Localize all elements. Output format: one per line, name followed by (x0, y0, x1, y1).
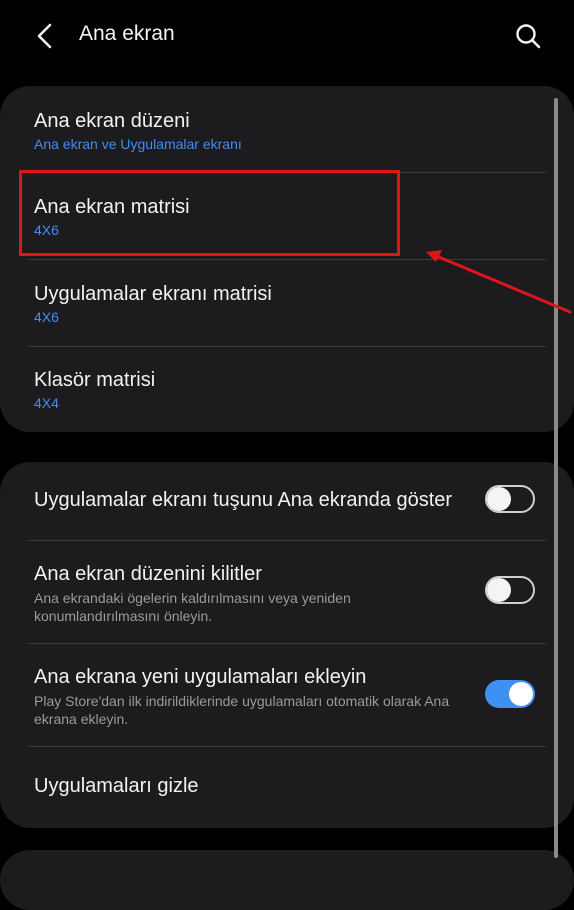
folder-grid-value: 4X4 (34, 395, 59, 411)
add-new-apps-label: Ana ekrana yeni uygulamaları ekleyin (34, 666, 367, 688)
hide-apps-label: Uygulamaları gizle (34, 775, 199, 797)
add-new-apps-item[interactable]: Ana ekrana yeni uygulamaları ekleyin Pla… (0, 644, 574, 746)
home-options-card: Uygulamalar ekranı tuşunu Ana ekranda gö… (0, 462, 574, 828)
back-arrow-icon (37, 23, 52, 49)
lock-layout-description: Ana ekrandaki ögelerin kaldırılmasını ve… (34, 590, 351, 624)
toggle-knob (487, 487, 511, 511)
folder-grid-label: Klasör matrisi (34, 369, 156, 391)
home-screen-layout-value: Ana ekran ve Uygulamalar ekranı (34, 136, 242, 152)
add-new-apps-toggle[interactable] (485, 680, 535, 708)
back-button[interactable] (28, 18, 60, 54)
home-screen-layout-label: Ana ekran düzeni (34, 110, 190, 132)
page-title: Ana ekran (79, 22, 175, 45)
add-new-apps-description: Play Store'dan ilk indirildiklerinde uyg… (34, 693, 450, 727)
next-settings-card (0, 850, 574, 910)
lock-layout-label: Ana ekran düzenini kilitler (34, 563, 262, 585)
lock-layout-toggle[interactable] (485, 576, 535, 604)
toggle-knob (509, 682, 533, 706)
search-button[interactable] (510, 18, 546, 54)
search-icon (516, 24, 541, 49)
apps-screen-grid-value: 4X6 (34, 309, 59, 325)
annotation-arrow-icon (426, 250, 572, 314)
apps-screen-grid-label: Uygulamalar ekranı matrisi (34, 283, 272, 305)
toggle-knob (487, 578, 511, 602)
hide-apps-item[interactable]: Uygulamaları gizle (0, 747, 574, 828)
scrollbar[interactable] (554, 98, 558, 858)
show-apps-button-label: Uygulamalar ekranı tuşunu Ana ekranda gö… (34, 489, 453, 511)
annotation-highlight-box (19, 170, 400, 256)
show-apps-button-item[interactable]: Uygulamalar ekranı tuşunu Ana ekranda gö… (0, 462, 574, 540)
show-apps-button-toggle[interactable] (485, 485, 535, 513)
folder-grid-item[interactable]: Klasör matrisi 4X4 (0, 347, 574, 432)
home-screen-layout-item[interactable]: Ana ekran düzeni Ana ekran ve Uygulamala… (0, 86, 574, 172)
top-app-bar: Ana ekran (0, 0, 574, 72)
lock-layout-item[interactable]: Ana ekran düzenini kilitler Ana ekrandak… (0, 541, 574, 643)
